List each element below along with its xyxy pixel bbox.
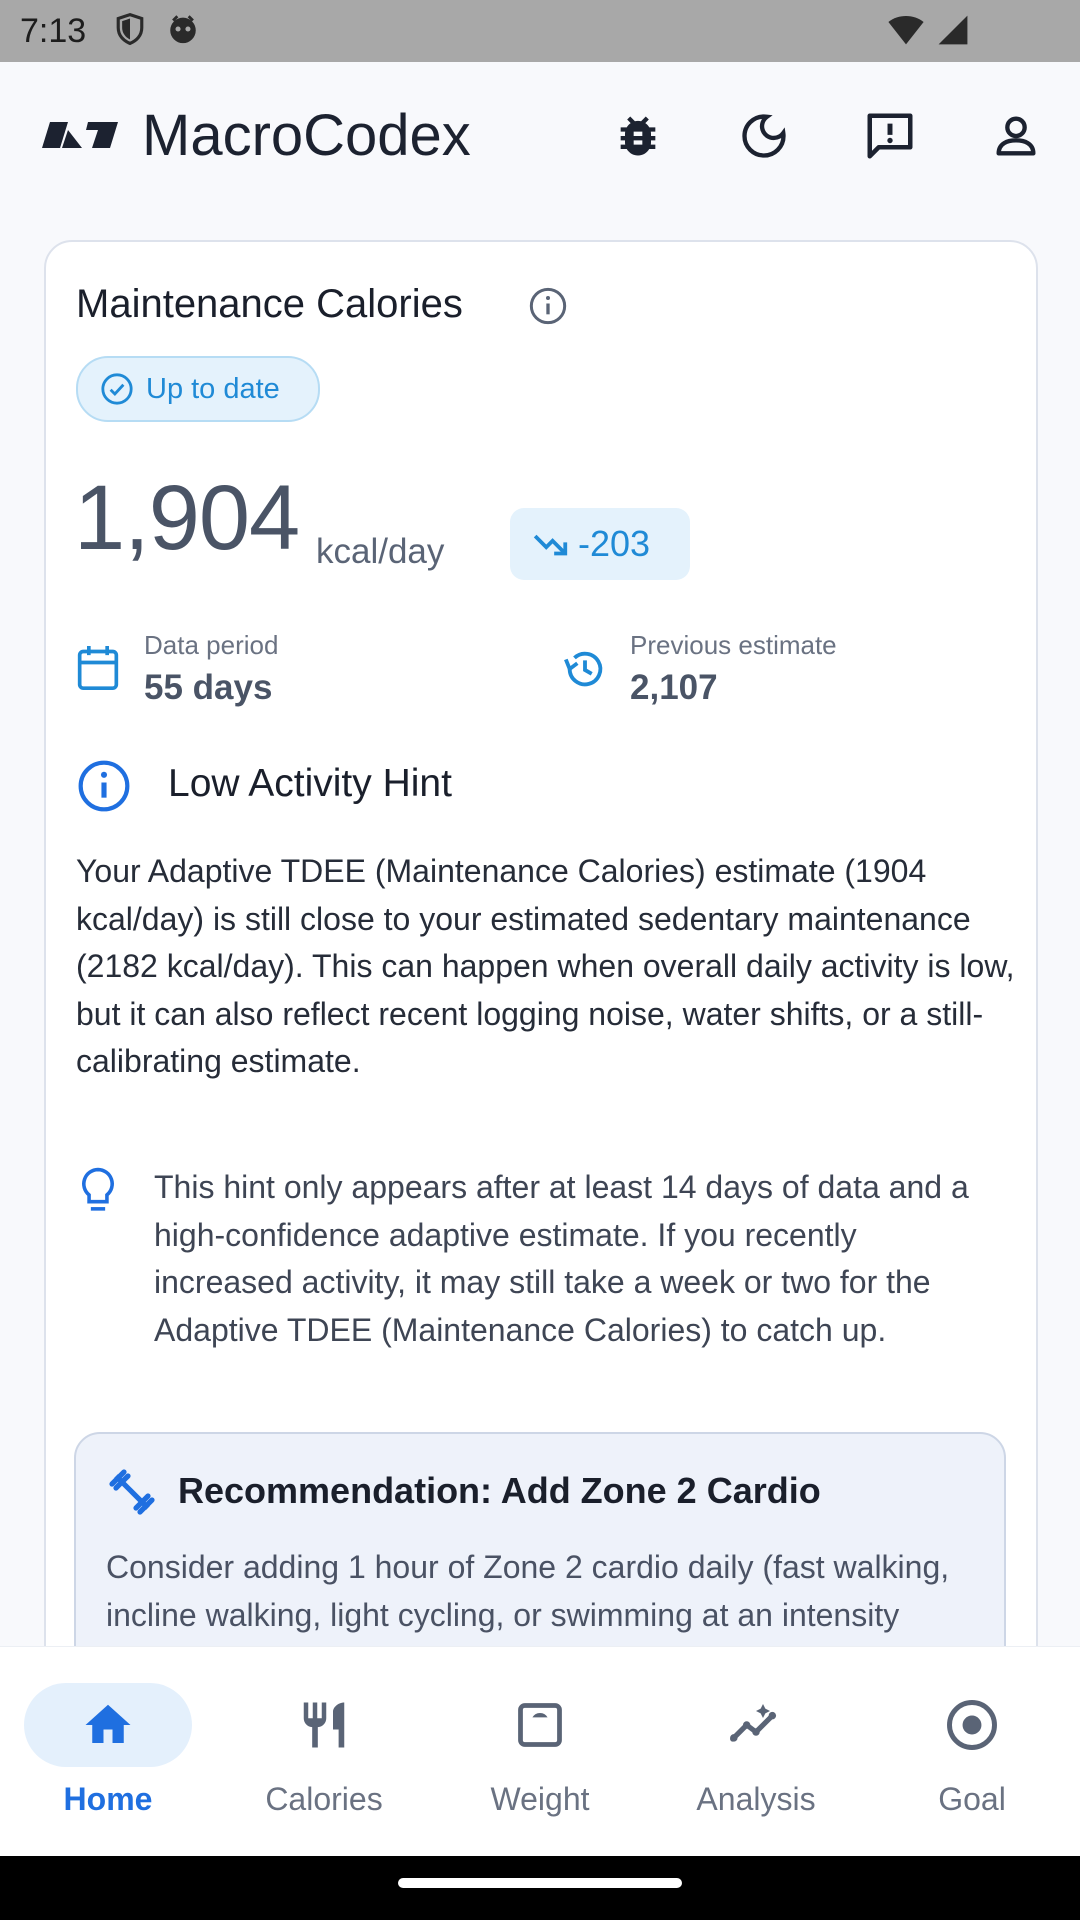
target-icon — [942, 1695, 1002, 1755]
calendar-icon — [76, 644, 120, 697]
hint-text: Your Adaptive TDEE (Maintenance Calories… — [76, 853, 1015, 1079]
status-right-icons — [886, 14, 970, 51]
info-circle-icon — [76, 758, 132, 819]
utensils-icon — [294, 1695, 354, 1755]
bug-icon[interactable] — [608, 106, 668, 166]
status-badge-label: Up to date — [146, 372, 280, 405]
feedback-icon[interactable] — [860, 106, 920, 166]
data-period-label: Data period — [144, 630, 279, 660]
previous-estimate-label: Previous estimate — [630, 630, 837, 660]
card-title: Maintenance Calories — [76, 282, 463, 326]
nav-item-goal[interactable]: Goal — [864, 1647, 1080, 1857]
analytics-icon — [726, 1695, 786, 1755]
wifi-icon — [886, 14, 926, 51]
nav-label-analysis: Analysis — [696, 1781, 816, 1817]
nav-label-calories: Calories — [265, 1781, 383, 1817]
home-icon — [78, 1695, 138, 1755]
system-gesture-bar — [0, 1856, 1080, 1920]
info-icon[interactable] — [528, 286, 568, 331]
previous-estimate-value: 2,107 — [630, 668, 718, 707]
dark-mode-icon[interactable] — [734, 106, 794, 166]
recommendation-title: Recommendation: Add Zone 2 Cardio — [178, 1470, 821, 1511]
nav-label-goal: Goal — [938, 1781, 1006, 1817]
hint-title: Low Activity Hint — [168, 762, 452, 805]
logo-icon — [42, 118, 118, 157]
app-notification-icon — [166, 12, 200, 51]
nav-item-home[interactable]: Home — [0, 1647, 216, 1857]
status-badge: Up to date — [76, 356, 320, 422]
maintenance-unit: kcal/day — [316, 532, 445, 571]
home-gesture-handle[interactable] — [398, 1878, 682, 1888]
nav-label-home: Home — [63, 1781, 153, 1817]
fitness-icon — [108, 1468, 156, 1521]
app-title: MacroCodex — [142, 103, 471, 168]
nav-item-weight[interactable]: Weight — [432, 1647, 648, 1857]
check-circle-icon — [100, 372, 134, 406]
signal-icon — [936, 14, 970, 51]
maintenance-value: 1,904 — [74, 467, 300, 569]
history-icon — [562, 646, 608, 697]
tip-text: This hint only appears after at least 14… — [154, 1169, 969, 1348]
delta-value: -203 — [578, 523, 651, 564]
shield-icon — [114, 12, 146, 51]
status-time: 7:13 — [20, 11, 87, 50]
bottom-navigation: Home Calories Weight Analysis Goal — [0, 1646, 1080, 1857]
lightbulb-icon — [76, 1166, 120, 1221]
trending-down-icon — [532, 525, 570, 563]
maintenance-calories-card: Maintenance Calories Up to date 1,904 kc… — [44, 240, 1038, 1736]
nav-item-analysis[interactable]: Analysis — [648, 1647, 864, 1857]
nav-item-calories[interactable]: Calories — [216, 1647, 432, 1857]
status-notification-icons — [114, 12, 200, 51]
nav-label-weight: Weight — [490, 1781, 590, 1817]
status-bar: 7:13 — [0, 0, 1080, 62]
delta-badge: -203 — [510, 508, 690, 580]
account-icon[interactable] — [986, 106, 1046, 166]
scale-icon — [510, 1695, 570, 1755]
data-period-value: 55 days — [144, 668, 273, 707]
app-header: MacroCodex — [0, 62, 1080, 212]
